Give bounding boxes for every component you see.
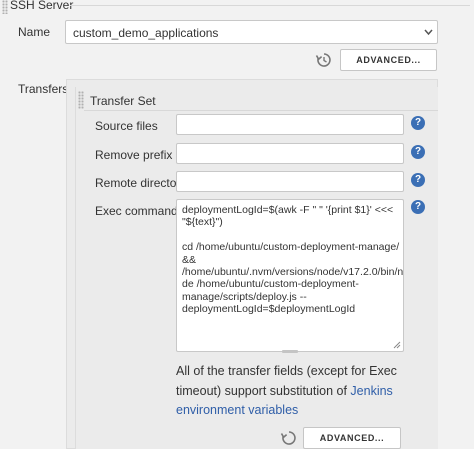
exec-command-line: de /home/ubuntu/custom-deployment- [182, 278, 359, 291]
ssh-advanced-button[interactable]: ADVANCED... [340, 49, 437, 71]
jenkins-link[interactable]: Jenkins [350, 384, 392, 398]
exec-command-line: manage/scripts/deploy.js -- [182, 290, 307, 303]
ssh-server-name-select[interactable]: custom_demo_applications [65, 20, 438, 44]
substitution-info-text: All of the transfer fields (except for E… [176, 362, 397, 421]
revert-icon[interactable] [280, 429, 298, 447]
remote-directory-help-icon[interactable]: ? [411, 173, 425, 187]
remote-directory-input[interactable] [176, 171, 404, 192]
transfer-set-divider [84, 110, 438, 111]
transfers-label: Transfers [18, 82, 69, 96]
transfer-set-drag-handle[interactable] [78, 91, 84, 109]
environment-variables-link[interactable]: environment variables [176, 403, 298, 417]
exec-command-label: Exec command [95, 204, 178, 218]
name-label: Name [18, 25, 51, 39]
exec-command-line: && [182, 253, 197, 266]
source-files-input[interactable] [176, 114, 404, 135]
info-line-3: environment variables [176, 401, 397, 421]
ssh-server-section-label: SSH Server [10, 0, 74, 12]
exec-command-line: deploymentLogId=$(awk -F " " '{print $1}… [182, 204, 394, 216]
remove-prefix-label: Remove prefix [95, 148, 173, 162]
exec-command-line [182, 229, 398, 241]
info-line-2: timeout) support substitution of Jenkins [176, 383, 393, 398]
info-line-1: All of the transfer fields (except for E… [176, 364, 397, 378]
exec-command-line: deploymentLogId=$deploymentLogId [182, 303, 356, 316]
revert-icon[interactable] [315, 51, 333, 69]
textarea-drag-bar[interactable] [282, 350, 298, 353]
exec-command-help-icon[interactable]: ? [411, 200, 425, 214]
ssh-server-name-value: custom_demo_applications [73, 26, 219, 40]
remove-prefix-input[interactable] [176, 143, 404, 164]
source-files-label: Source files [95, 119, 158, 133]
transfer-advanced-button[interactable]: ADVANCED... [303, 427, 401, 449]
transfer-set-label: Transfer Set [90, 94, 156, 108]
remove-prefix-help-icon[interactable]: ? [411, 145, 425, 159]
remote-directory-label: Remote directory [95, 176, 187, 190]
exec-command-line: cd /home/ubuntu/custom-deployment-manage… [182, 241, 400, 254]
drag-handle[interactable] [2, 0, 8, 14]
exec-command-line: /home/ubuntu/.nvm/versions/node/v17.2.0/… [182, 266, 404, 279]
chevron-down-icon [424, 29, 433, 36]
exec-command-line: "${text}") [182, 216, 223, 229]
source-files-help-icon[interactable]: ? [411, 116, 425, 130]
resize-handle-icon[interactable] [393, 341, 401, 349]
exec-command-textarea[interactable]: deploymentLogId=$(awk -F " " '{print $1}… [176, 199, 404, 352]
section-divider [70, 5, 470, 6]
